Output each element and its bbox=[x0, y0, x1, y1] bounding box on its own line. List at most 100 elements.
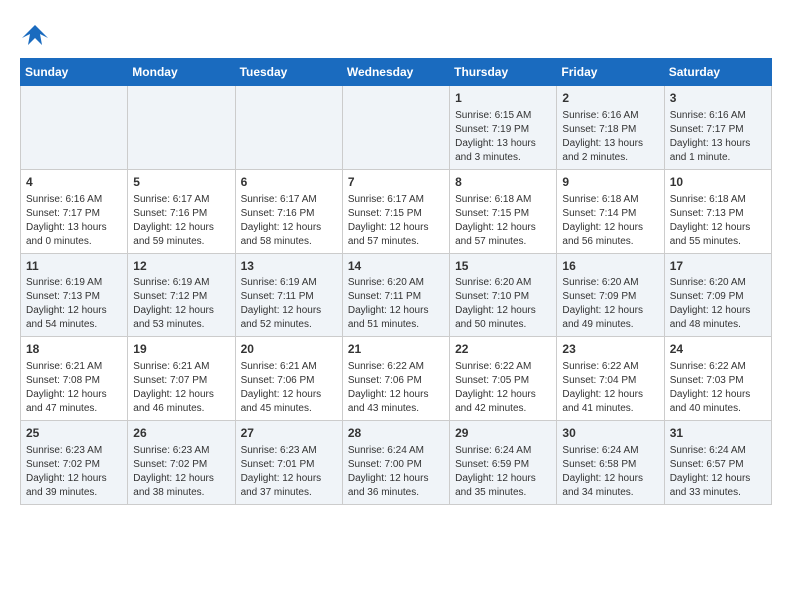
week-row-2: 4 Sunrise: 6:16 AM Sunset: 7:17 PM Daylig… bbox=[21, 169, 772, 253]
header-cell-monday: Monday bbox=[128, 59, 235, 86]
day-number: 3 bbox=[670, 90, 766, 107]
day-info: Sunrise: 6:21 AM Sunset: 7:07 PM Dayligh… bbox=[133, 360, 229, 416]
logo bbox=[20, 20, 54, 50]
day-number: 16 bbox=[562, 258, 658, 275]
day-info: Sunrise: 6:16 AM Sunset: 7:18 PM Dayligh… bbox=[562, 109, 658, 165]
day-info: Sunrise: 6:21 AM Sunset: 7:08 PM Dayligh… bbox=[26, 360, 122, 416]
day-cell: 5 Sunrise: 6:17 AM Sunset: 7:16 PM Daylig… bbox=[128, 169, 235, 253]
day-number: 13 bbox=[241, 258, 337, 275]
header-cell-friday: Friday bbox=[557, 59, 664, 86]
day-info: Sunrise: 6:18 AM Sunset: 7:13 PM Dayligh… bbox=[670, 193, 766, 249]
day-cell bbox=[21, 86, 128, 170]
day-number: 17 bbox=[670, 258, 766, 275]
week-row-1: 1 Sunrise: 6:15 AM Sunset: 7:19 PM Daylig… bbox=[21, 86, 772, 170]
day-info: Sunrise: 6:20 AM Sunset: 7:10 PM Dayligh… bbox=[455, 276, 551, 332]
logo-icon bbox=[20, 20, 50, 50]
day-number: 26 bbox=[133, 425, 229, 442]
day-number: 19 bbox=[133, 341, 229, 358]
day-cell: 20 Sunrise: 6:21 AM Sunset: 7:06 PM Dayli… bbox=[235, 337, 342, 421]
day-cell: 26 Sunrise: 6:23 AM Sunset: 7:02 PM Dayli… bbox=[128, 421, 235, 505]
day-cell: 17Sunrise: 6:20 AM Sunset: 7:09 PM Dayli… bbox=[664, 253, 771, 337]
day-info: Sunrise: 6:23 AM Sunset: 7:02 PM Dayligh… bbox=[26, 444, 122, 500]
page-header bbox=[20, 20, 772, 50]
day-cell: 25 Sunrise: 6:23 AM Sunset: 7:02 PM Dayli… bbox=[21, 421, 128, 505]
day-number: 6 bbox=[241, 174, 337, 191]
day-number: 24 bbox=[670, 341, 766, 358]
header-cell-wednesday: Wednesday bbox=[342, 59, 449, 86]
day-cell: 13Sunrise: 6:19 AM Sunset: 7:11 PM Dayli… bbox=[235, 253, 342, 337]
day-info: Sunrise: 6:22 AM Sunset: 7:04 PM Dayligh… bbox=[562, 360, 658, 416]
day-number: 2 bbox=[562, 90, 658, 107]
day-info: Sunrise: 6:17 AM Sunset: 7:15 PM Dayligh… bbox=[348, 193, 444, 249]
day-info: Sunrise: 6:15 AM Sunset: 7:19 PM Dayligh… bbox=[455, 109, 551, 165]
day-cell: 4 Sunrise: 6:16 AM Sunset: 7:17 PM Daylig… bbox=[21, 169, 128, 253]
day-cell: 23 Sunrise: 6:22 AM Sunset: 7:04 PM Dayli… bbox=[557, 337, 664, 421]
day-cell: 22 Sunrise: 6:22 AM Sunset: 7:05 PM Dayli… bbox=[450, 337, 557, 421]
day-number: 10 bbox=[670, 174, 766, 191]
header-row: SundayMondayTuesdayWednesdayThursdayFrid… bbox=[21, 59, 772, 86]
day-info: Sunrise: 6:24 AM Sunset: 6:58 PM Dayligh… bbox=[562, 444, 658, 500]
day-number: 5 bbox=[133, 174, 229, 191]
day-cell: 30 Sunrise: 6:24 AM Sunset: 6:58 PM Dayli… bbox=[557, 421, 664, 505]
day-cell: 15Sunrise: 6:20 AM Sunset: 7:10 PM Dayli… bbox=[450, 253, 557, 337]
day-info: Sunrise: 6:24 AM Sunset: 7:00 PM Dayligh… bbox=[348, 444, 444, 500]
day-number: 1 bbox=[455, 90, 551, 107]
day-number: 14 bbox=[348, 258, 444, 275]
day-info: Sunrise: 6:24 AM Sunset: 6:59 PM Dayligh… bbox=[455, 444, 551, 500]
day-cell: 1 Sunrise: 6:15 AM Sunset: 7:19 PM Daylig… bbox=[450, 86, 557, 170]
day-number: 8 bbox=[455, 174, 551, 191]
day-cell bbox=[235, 86, 342, 170]
day-info: Sunrise: 6:18 AM Sunset: 7:14 PM Dayligh… bbox=[562, 193, 658, 249]
day-cell: 21Sunrise: 6:22 AM Sunset: 7:06 PM Dayli… bbox=[342, 337, 449, 421]
day-cell: 28 Sunrise: 6:24 AM Sunset: 7:00 PM Dayli… bbox=[342, 421, 449, 505]
day-number: 22 bbox=[455, 341, 551, 358]
day-cell: 11Sunrise: 6:19 AM Sunset: 7:13 PM Dayli… bbox=[21, 253, 128, 337]
day-number: 31 bbox=[670, 425, 766, 442]
day-number: 20 bbox=[241, 341, 337, 358]
day-info: Sunrise: 6:22 AM Sunset: 7:03 PM Dayligh… bbox=[670, 360, 766, 416]
day-cell: 3Sunrise: 6:16 AM Sunset: 7:17 PM Daylig… bbox=[664, 86, 771, 170]
day-number: 4 bbox=[26, 174, 122, 191]
day-number: 12 bbox=[133, 258, 229, 275]
day-number: 11 bbox=[26, 258, 122, 275]
day-number: 18 bbox=[26, 341, 122, 358]
week-row-5: 25 Sunrise: 6:23 AM Sunset: 7:02 PM Dayli… bbox=[21, 421, 772, 505]
day-info: Sunrise: 6:23 AM Sunset: 7:02 PM Dayligh… bbox=[133, 444, 229, 500]
day-info: Sunrise: 6:22 AM Sunset: 7:05 PM Dayligh… bbox=[455, 360, 551, 416]
day-number: 28 bbox=[348, 425, 444, 442]
day-number: 25 bbox=[26, 425, 122, 442]
day-cell: 8 Sunrise: 6:18 AM Sunset: 7:15 PM Daylig… bbox=[450, 169, 557, 253]
day-cell: 29 Sunrise: 6:24 AM Sunset: 6:59 PM Dayli… bbox=[450, 421, 557, 505]
day-number: 29 bbox=[455, 425, 551, 442]
day-cell: 27 Sunrise: 6:23 AM Sunset: 7:01 PM Dayli… bbox=[235, 421, 342, 505]
header-cell-sunday: Sunday bbox=[21, 59, 128, 86]
day-cell: 16Sunrise: 6:20 AM Sunset: 7:09 PM Dayli… bbox=[557, 253, 664, 337]
day-number: 23 bbox=[562, 341, 658, 358]
header-cell-saturday: Saturday bbox=[664, 59, 771, 86]
day-info: Sunrise: 6:21 AM Sunset: 7:06 PM Dayligh… bbox=[241, 360, 337, 416]
day-cell: 7 Sunrise: 6:17 AM Sunset: 7:15 PM Daylig… bbox=[342, 169, 449, 253]
day-info: Sunrise: 6:17 AM Sunset: 7:16 PM Dayligh… bbox=[133, 193, 229, 249]
day-cell: 18 Sunrise: 6:21 AM Sunset: 7:08 PM Dayli… bbox=[21, 337, 128, 421]
calendar-table: SundayMondayTuesdayWednesdayThursdayFrid… bbox=[20, 58, 772, 505]
day-cell: 14Sunrise: 6:20 AM Sunset: 7:11 PM Dayli… bbox=[342, 253, 449, 337]
day-number: 27 bbox=[241, 425, 337, 442]
day-info: Sunrise: 6:16 AM Sunset: 7:17 PM Dayligh… bbox=[26, 193, 122, 249]
day-cell: 12Sunrise: 6:19 AM Sunset: 7:12 PM Dayli… bbox=[128, 253, 235, 337]
day-info: Sunrise: 6:24 AM Sunset: 6:57 PM Dayligh… bbox=[670, 444, 766, 500]
day-info: Sunrise: 6:17 AM Sunset: 7:16 PM Dayligh… bbox=[241, 193, 337, 249]
day-info: Sunrise: 6:19 AM Sunset: 7:12 PM Dayligh… bbox=[133, 276, 229, 332]
day-cell bbox=[342, 86, 449, 170]
header-cell-tuesday: Tuesday bbox=[235, 59, 342, 86]
day-number: 30 bbox=[562, 425, 658, 442]
day-number: 7 bbox=[348, 174, 444, 191]
day-info: Sunrise: 6:23 AM Sunset: 7:01 PM Dayligh… bbox=[241, 444, 337, 500]
day-info: Sunrise: 6:20 AM Sunset: 7:11 PM Dayligh… bbox=[348, 276, 444, 332]
week-row-4: 18 Sunrise: 6:21 AM Sunset: 7:08 PM Dayli… bbox=[21, 337, 772, 421]
day-info: Sunrise: 6:18 AM Sunset: 7:15 PM Dayligh… bbox=[455, 193, 551, 249]
day-cell bbox=[128, 86, 235, 170]
day-cell: 31 Sunrise: 6:24 AM Sunset: 6:57 PM Dayli… bbox=[664, 421, 771, 505]
day-cell: 24 Sunrise: 6:22 AM Sunset: 7:03 PM Dayli… bbox=[664, 337, 771, 421]
day-info: Sunrise: 6:20 AM Sunset: 7:09 PM Dayligh… bbox=[670, 276, 766, 332]
day-number: 15 bbox=[455, 258, 551, 275]
